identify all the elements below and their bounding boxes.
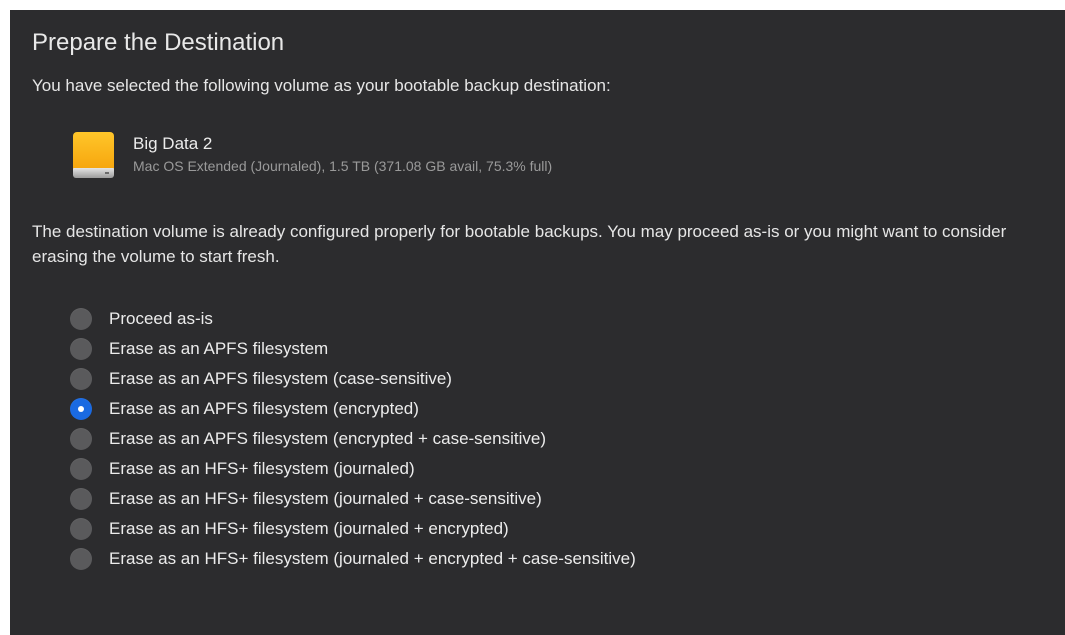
option-label: Erase as an APFS filesystem [109, 339, 329, 358]
destination-volume: Big Data 2 Mac OS Extended (Journaled), … [73, 131, 773, 183]
option-erase-apfs-case-sensitive[interactable]: Erase as an APFS filesystem (case-sensit… [70, 364, 636, 394]
intro-text: You have selected the following volume a… [32, 76, 611, 95]
radio-button[interactable] [70, 428, 92, 450]
option-label: Erase as an APFS filesystem (case-sensit… [109, 369, 452, 388]
option-erase-hfs-journaled-encrypted[interactable]: Erase as an HFS+ filesystem (journaled +… [70, 514, 636, 544]
option-erase-hfs-journaled[interactable]: Erase as an HFS+ filesystem (journaled) [70, 454, 636, 484]
external-drive-icon [73, 132, 114, 179]
option-label: Erase as an HFS+ filesystem (journaled +… [109, 519, 509, 538]
option-label: Erase as an APFS filesystem (encrypted) [109, 399, 419, 418]
erase-options-radio-group: Proceed as-is Erase as an APFS filesyste… [70, 304, 636, 574]
option-erase-apfs-encrypted-case-sensitive[interactable]: Erase as an APFS filesystem (encrypted +… [70, 424, 636, 454]
volume-details: Mac OS Extended (Journaled), 1.5 TB (371… [133, 158, 553, 174]
radio-button[interactable] [70, 518, 92, 540]
status-message: The destination volume is already config… [32, 222, 1007, 266]
radio-button[interactable] [70, 458, 92, 480]
option-erase-apfs-encrypted[interactable]: Erase as an APFS filesystem (encrypted) [70, 394, 636, 424]
prepare-destination-panel: Prepare the Destination You have selecte… [10, 10, 1065, 635]
radio-button[interactable] [70, 488, 92, 510]
option-label: Erase as an APFS filesystem (encrypted +… [109, 429, 546, 448]
option-label: Erase as an HFS+ filesystem (journaled +… [109, 489, 542, 508]
radio-button[interactable] [70, 548, 92, 570]
radio-button[interactable] [70, 308, 92, 330]
radio-button[interactable] [70, 338, 92, 360]
option-label: Erase as an HFS+ filesystem (journaled +… [109, 549, 636, 568]
option-label: Erase as an HFS+ filesystem (journaled) [109, 459, 415, 478]
option-erase-hfs-journaled-case-sensitive[interactable]: Erase as an HFS+ filesystem (journaled +… [70, 484, 636, 514]
radio-button[interactable] [70, 368, 92, 390]
volume-name: Big Data 2 [133, 134, 213, 153]
option-proceed-as-is[interactable]: Proceed as-is [70, 304, 636, 334]
option-erase-hfs-journaled-encrypted-case-sensitive[interactable]: Erase as an HFS+ filesystem (journaled +… [70, 544, 636, 574]
option-label: Proceed as-is [109, 309, 213, 328]
page-title: Prepare the Destination [32, 29, 285, 56]
radio-button-selected[interactable] [70, 398, 92, 420]
option-erase-apfs[interactable]: Erase as an APFS filesystem [70, 334, 636, 364]
